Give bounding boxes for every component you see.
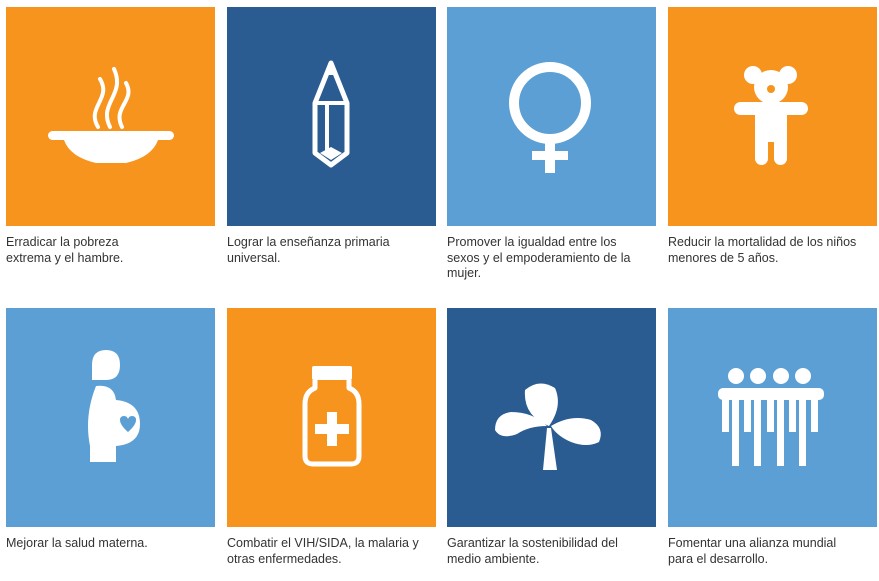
goal-caption-gender: Promover la igualdad entre los sexos y e… — [447, 235, 631, 280]
goal-card-partnership[interactable]: Fomentar una alianza mundial para el des… — [668, 308, 877, 567]
pregnant-woman-icon — [88, 350, 140, 462]
three-leaf-plant-icon — [495, 383, 601, 470]
goal-card-hunger[interactable]: Erradicar la pobreza extrema y el hambre… — [6, 7, 215, 266]
goal-card-gender[interactable]: Promover la igualdad entre los sexos y e… — [447, 7, 656, 282]
goal-card-environment[interactable]: Garantizar la sostenibilidad del medio a… — [447, 308, 656, 567]
medicine-bottle-icon — [302, 366, 362, 467]
goal-tile-child-mortality — [668, 7, 877, 226]
goal-caption-child-mortality: Reducir la mortalidad de los niños menor… — [668, 235, 857, 265]
soup-bowl-icon — [48, 67, 174, 163]
goal-tile-hunger — [6, 7, 215, 226]
goal-caption-maternal-health: Mejorar la salud materna. — [6, 536, 148, 550]
goal-caption-environment: Garantizar la sostenibilidad del medio a… — [447, 536, 618, 566]
goal-caption-hunger: Erradicar la pobreza extrema y el hambre… — [6, 235, 124, 265]
goal-card-child-mortality[interactable]: Reducir la mortalidad de los niños menor… — [668, 7, 877, 266]
goal-card-education[interactable]: Lograr la enseñanza primaria universal. — [227, 7, 436, 266]
goal-tile-maternal-health — [6, 308, 215, 527]
goal-card-diseases[interactable]: Combatir el VIH/SIDA, la malaria y otras… — [227, 308, 436, 567]
goal-caption-education: Lograr la enseñanza primaria universal. — [227, 235, 390, 265]
teddy-bear-icon — [734, 66, 808, 165]
goal-tile-education — [227, 7, 436, 226]
goal-caption-partnership: Fomentar una alianza mundial para el des… — [668, 536, 837, 566]
goal-tile-partnership — [668, 308, 877, 527]
goal-tile-gender — [447, 7, 656, 226]
goal-caption-diseases: Combatir el VIH/SIDA, la malaria y otras… — [227, 536, 419, 566]
group-of-people-icon — [718, 368, 824, 466]
venus-symbol-icon — [509, 62, 591, 173]
pencil-icon — [312, 60, 350, 168]
goal-card-maternal-health[interactable]: Mejorar la salud materna. — [6, 308, 215, 552]
goal-tile-environment — [447, 308, 656, 527]
goal-tile-diseases — [227, 308, 436, 527]
